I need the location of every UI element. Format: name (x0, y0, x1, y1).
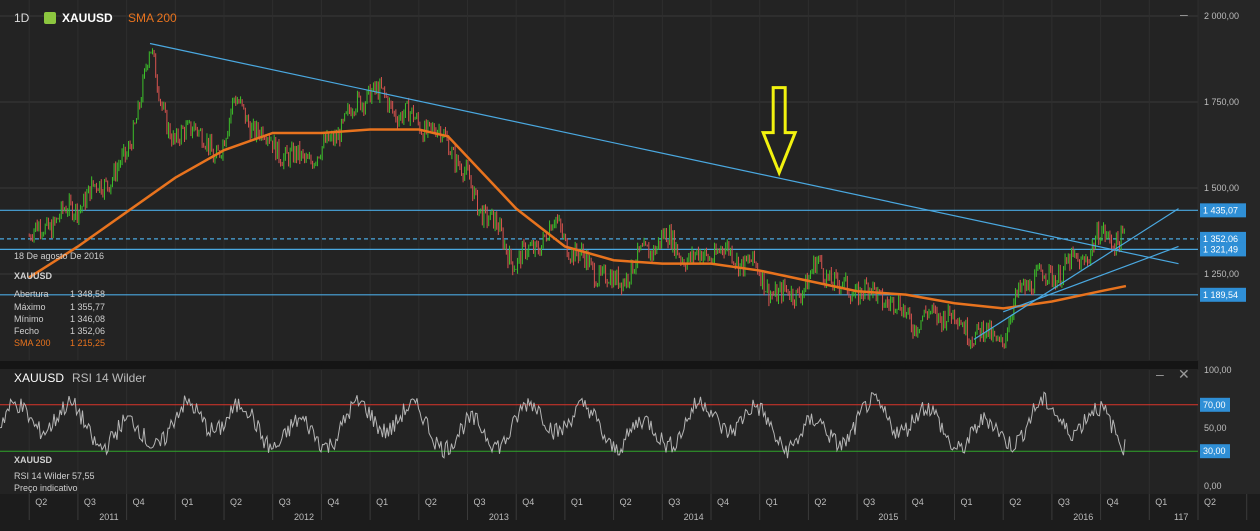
x-quarter-label: Q1 (1155, 497, 1167, 507)
x-quarter-label: Q3 (474, 497, 486, 507)
x-quarter-label: Q2 (814, 497, 826, 507)
y-tick-label: 1 500,00 (1204, 183, 1239, 193)
rsi-info-symbol: XAUUSD (14, 455, 53, 465)
x-quarter-label: Q4 (133, 497, 145, 507)
x-quarter-label: Q4 (717, 497, 729, 507)
x-quarter-label: Q4 (327, 497, 339, 507)
interval-label[interactable]: 1D (14, 11, 29, 25)
y-tick-label: 2 000,00 (1204, 11, 1239, 21)
x-quarter-label: Q2 (425, 497, 437, 507)
x-quarter-label: Q2 (1204, 497, 1216, 507)
rsi-band-label: 70,00 (1203, 400, 1226, 410)
rsi-indicator-label[interactable]: RSI 14 Wilder (72, 371, 146, 385)
x-quarter-label: Q3 (668, 497, 680, 507)
x-year-label: 2015 (878, 512, 898, 522)
x-quarter-label: Q1 (766, 497, 778, 507)
price-level-label: 1 321,49 (1203, 244, 1238, 254)
chart-window: 2 000,00 1 750,00 1 500,00 1 250,00 1 435,07… (0, 0, 1260, 531)
minimize-icon[interactable]: – (1156, 366, 1164, 382)
x-quarter-label: Q2 (620, 497, 632, 507)
symbol-label[interactable]: XAUUSD (62, 11, 113, 25)
rsi-band-label: 30,00 (1203, 446, 1226, 456)
rsi-y-tick-label: 100,00 (1204, 365, 1232, 375)
x-year-label: 2013 (489, 512, 509, 522)
x-year-label: 2016 (1073, 512, 1093, 522)
rsi-y-tick-label: 0,00 (1204, 481, 1222, 491)
y-tick-label: 1 750,00 (1204, 97, 1239, 107)
close-icon[interactable]: ✕ (1178, 366, 1190, 383)
x-year-label: 2011 (99, 512, 118, 522)
tag-icon (44, 12, 56, 24)
y-tick-label: 1 250,00 (1204, 269, 1239, 279)
ohlc-date: 18 De agosto De 2016 (14, 251, 105, 261)
price-level-label: 1 189,54 (1203, 290, 1238, 300)
x-year-label: 2014 (684, 512, 704, 522)
x-quarter-label: Q3 (1058, 497, 1070, 507)
price-level-label: 1 352,06 (1203, 234, 1238, 244)
ohlc-row: SMA 200 1 215,25 (14, 338, 106, 349)
x-quarter-label: Q4 (522, 497, 534, 507)
rsi-symbol-label[interactable]: XAUUSD (14, 371, 64, 385)
ohlc-panel: 18 De agosto De 2016 XAUUSD Abertura 1 34… (14, 250, 134, 349)
x-quarter-label: Q3 (84, 497, 96, 507)
x-quarter-label: Q1 (961, 497, 973, 507)
main-pane (0, 0, 1260, 361)
ohlc-row: Máximo 1 355,77 (14, 301, 106, 312)
ohlc-row: Abertura 1 348,58 (14, 289, 106, 300)
ohlc-symbol: XAUUSD (14, 271, 53, 282)
price-level-label: 1 435,07 (1203, 205, 1238, 215)
rsi-y-tick-label: 50,00 (1204, 423, 1227, 433)
x-quarter-label: Q3 (279, 497, 291, 507)
rsi-info-value: RSI 14 Wilder 57,55 (14, 471, 95, 482)
x-quarter-label: Q2 (230, 497, 242, 507)
x-quarter-label: Q1 (181, 497, 193, 507)
x-quarter-label: Q3 (863, 497, 875, 507)
x-quarter-label: Q4 (912, 497, 924, 507)
indicator-label[interactable]: SMA 200 (128, 11, 177, 25)
ohlc-row: Mínimo 1 346,08 (14, 313, 106, 324)
rsi-info-note: Preço indicativo (14, 483, 78, 494)
minimize-icon[interactable]: – (1180, 6, 1188, 22)
x-quarter-label: Q2 (35, 497, 47, 507)
rsi-info-panel: XAUUSD RSI 14 Wilder 57,55 Preço indicat… (14, 454, 95, 495)
ohlc-row: Fecho 1 352,06 (14, 326, 106, 337)
x-quarter-label: Q4 (1107, 497, 1119, 507)
pane-separator (0, 361, 1260, 369)
x-quarter-label: Q1 (376, 497, 388, 507)
x-year-label: 2012 (294, 512, 314, 522)
x-quarter-label: Q1 (571, 497, 583, 507)
price-chart[interactable]: 2 000,00 1 750,00 1 500,00 1 250,00 1 435,07… (0, 0, 1260, 531)
x-year-label: 117 (1174, 512, 1188, 522)
x-quarter-label: Q2 (1009, 497, 1021, 507)
